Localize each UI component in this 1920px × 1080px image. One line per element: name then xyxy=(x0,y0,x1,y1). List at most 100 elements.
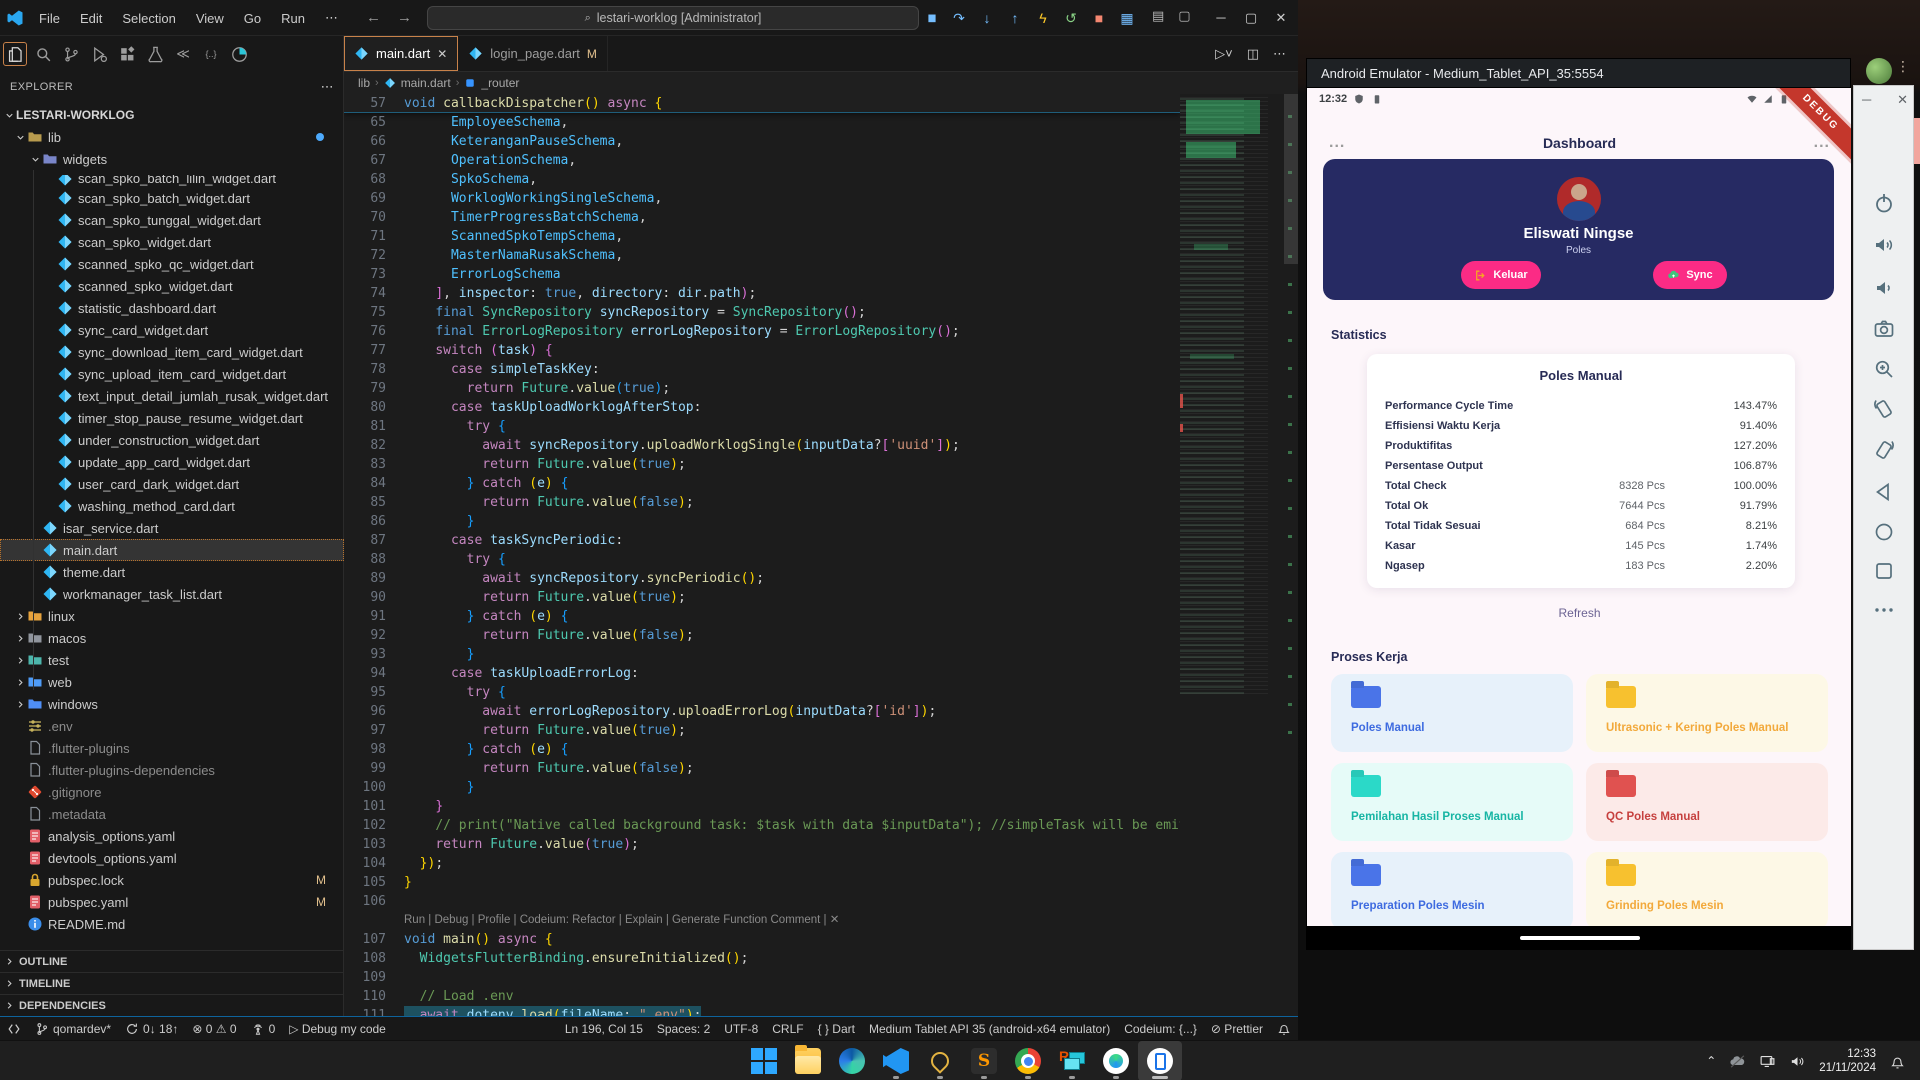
tree-item-scan-spko-batch-lilin-widget-dart[interactable]: scan_spko_batch_lilin_widget.dart xyxy=(0,170,344,187)
tree-item-analysis-options-yaml[interactable]: analysis_options.yaml xyxy=(0,825,344,847)
codelens-actions[interactable]: Run | Debug | Profile | Codeium: Refacto… xyxy=(404,911,839,930)
tree-item-sync-card-widget-dart[interactable]: sync_card_widget.dart xyxy=(0,319,344,341)
tree-item-scanned-spko-widget-dart[interactable]: scanned_spko_widget.dart xyxy=(0,275,344,297)
code-line-106[interactable]: 106 xyxy=(344,892,1180,911)
tree-item-statistic-dashboard-dart[interactable]: statistic_dashboard.dart xyxy=(0,297,344,319)
activity-devtools-icon[interactable] xyxy=(227,42,251,66)
restart-icon[interactable]: ↺ xyxy=(1062,10,1080,27)
appbar-menu-right[interactable]: ... xyxy=(1814,134,1830,152)
refresh-button[interactable]: Refresh xyxy=(1307,606,1851,620)
volume-icon[interactable] xyxy=(1789,1053,1806,1070)
menu-[interactable]: ⋯ xyxy=(316,7,347,29)
emu-volume-down-icon[interactable] xyxy=(1872,276,1896,300)
code-line-86[interactable]: 86 } xyxy=(344,512,1180,531)
more-actions-icon[interactable]: ⋯ xyxy=(321,79,334,95)
tree-item-under-construction-widget-dart[interactable]: under_construction_widget.dart xyxy=(0,429,344,451)
tree-item-scan-spko-widget-dart[interactable]: scan_spko_widget.dart xyxy=(0,231,344,253)
tree-item--env[interactable]: .env xyxy=(0,715,344,737)
step-into-icon[interactable]: ↓ xyxy=(978,10,996,26)
proses-card-preparation-poles-mesin[interactable]: Preparation Poles Mesin xyxy=(1331,852,1573,930)
emu-power-icon[interactable] xyxy=(1872,191,1896,215)
emu-rotate-right-icon[interactable] xyxy=(1872,438,1896,462)
code-line-57[interactable]: 57void callbackDispatcher() async { xyxy=(344,94,1180,113)
activity-references-icon[interactable]: ≪ xyxy=(171,42,195,66)
code-line-71[interactable]: 71 ScannedSpkoTempSchema, xyxy=(344,227,1180,246)
code-line-85[interactable]: 85 return Future.value(false); xyxy=(344,493,1180,512)
code-line-72[interactable]: 72 MasterNamaRusakSchema, xyxy=(344,246,1180,265)
tree-item-web[interactable]: web xyxy=(0,671,344,693)
code-line-67[interactable]: 67 OperationSchema, xyxy=(344,151,1180,170)
proses-card-grinding-poles-mesin[interactable]: Grinding Poles Mesin xyxy=(1586,852,1828,930)
emu-overview-icon[interactable] xyxy=(1872,559,1896,583)
forward-arrow-icon[interactable]: → xyxy=(397,9,412,26)
tree-item-washing-method-card-dart[interactable]: washing_method_card.dart xyxy=(0,495,344,517)
vscode-icon[interactable] xyxy=(874,1041,918,1080)
code-line-65[interactable]: 65 EmployeeSchema, xyxy=(344,113,1180,132)
emulator-titlebar[interactable]: Android Emulator - Medium_Tablet_API_35:… xyxy=(1306,58,1851,88)
menu-file[interactable]: File xyxy=(30,8,69,29)
tab-login-page-dart[interactable]: login_page.dartM xyxy=(458,36,608,71)
tree-item-scan-spko-tunggal-widget-dart[interactable]: scan_spko_tunggal_widget.dart xyxy=(0,209,344,231)
step-out-icon[interactable]: ↑ xyxy=(1006,10,1024,26)
statusbar-item-text-3[interactable]: ⊗ 0 ⚠ 0 xyxy=(185,1017,243,1040)
tree-item-main-dart[interactable]: main.dart xyxy=(0,539,344,561)
split-editor-icon[interactable]: ◫ xyxy=(1247,46,1259,62)
statusbar-right-item-0[interactable]: Ln 196, Col 15 xyxy=(558,1017,650,1040)
emu-zoom-icon[interactable] xyxy=(1872,357,1896,381)
breadcrumb[interactable]: lib›main.dart›_router xyxy=(344,72,1298,94)
tree-item-timer-stop-pause-resume-widget-dart[interactable]: timer_stop_pause_resume_widget.dart xyxy=(0,407,344,429)
tree-item-text-input-detail-jumlah-rusak-widget-dart[interactable]: text_input_detail_jumlah_rusak_widget.da… xyxy=(0,385,344,407)
breadcrumb-item[interactable]: _router xyxy=(481,76,519,90)
tree-item--gitignore[interactable]: .gitignore xyxy=(0,781,344,803)
proses-card-ultrasonic-kering-poles-manual[interactable]: Ultrasonic + Kering Poles Manual xyxy=(1586,674,1828,752)
menu-view[interactable]: View xyxy=(187,8,233,29)
code-line-104[interactable]: 104 }); xyxy=(344,854,1180,873)
tree-item-user-card-dark-widget-dart[interactable]: user_card_dark_widget.dart xyxy=(0,473,344,495)
tree-item-linux[interactable]: linux xyxy=(0,605,344,627)
tree-item--flutter-plugins-dependencies[interactable]: .flutter-plugins-dependencies xyxy=(0,759,344,781)
emulator-taskbar-icon[interactable] xyxy=(1138,1041,1182,1080)
code-line-89[interactable]: 89 await syncRepository.syncPeriodic(); xyxy=(344,569,1180,588)
menu-go[interactable]: Go xyxy=(235,8,270,29)
activity-source-control-icon[interactable] xyxy=(59,42,83,66)
code-line-100[interactable]: 100 } xyxy=(344,778,1180,797)
minimize-button[interactable]: ─ xyxy=(1206,0,1236,35)
code-line-83[interactable]: 83 return Future.value(true); xyxy=(344,455,1180,474)
code-line-74[interactable]: 74 ], inspector: true, directory: dir.pa… xyxy=(344,284,1180,303)
tree-item--flutter-plugins[interactable]: .flutter-plugins xyxy=(0,737,344,759)
navicat-icon[interactable] xyxy=(918,1041,962,1080)
code-line-73[interactable]: 73 ErrorLogSchema xyxy=(344,265,1180,284)
back-arrow-icon[interactable]: ← xyxy=(366,9,381,26)
code-editor[interactable]: 57void callbackDispatcher() async {65 Em… xyxy=(344,94,1298,1016)
code-line-97[interactable]: 97 return Future.value(true); xyxy=(344,721,1180,740)
code-line-78[interactable]: 78 case simpleTaskKey: xyxy=(344,360,1180,379)
code-line-108[interactable]: 108 WidgetsFlutterBinding.ensureInitiali… xyxy=(344,949,1180,968)
activity-run-and-debug-icon[interactable] xyxy=(87,42,111,66)
statusbar-right-item-4[interactable]: { } Dart xyxy=(811,1017,862,1040)
android-studio-icon[interactable] xyxy=(1094,1041,1138,1080)
code-line-107[interactable]: 107void main() async { xyxy=(344,930,1180,949)
code-line-103[interactable]: 103 return Future.value(true); xyxy=(344,835,1180,854)
maximize-button[interactable]: ▢ xyxy=(1236,0,1266,35)
code-line-82[interactable]: 82 await syncRepository.uploadWorklogSin… xyxy=(344,436,1180,455)
taskbar-clock[interactable]: 12:3321/11/2024 xyxy=(1819,1047,1876,1075)
code-line-75[interactable]: 75 final SyncRepository syncRepository =… xyxy=(344,303,1180,322)
minimap[interactable] xyxy=(1180,94,1284,694)
proses-card-poles-manual[interactable]: Poles Manual xyxy=(1331,674,1573,752)
sync-button[interactable]: Sync xyxy=(1653,261,1727,289)
statusbar-item-remote[interactable] xyxy=(0,1017,28,1040)
tree-item-workmanager-task-list-dart[interactable]: workmanager_task_list.dart xyxy=(0,583,344,605)
emu-home-icon[interactable] xyxy=(1872,520,1896,544)
code-lines[interactable]: 57void callbackDispatcher() async {65 Em… xyxy=(344,94,1180,1016)
emu-rotate-left-icon[interactable] xyxy=(1872,397,1896,421)
tree-item-sync-download-item-card-widget-dart[interactable]: sync_download_item_card_widget.dart xyxy=(0,341,344,363)
code-line-76[interactable]: 76 final ErrorLogRepository errorLogRepo… xyxy=(344,322,1180,341)
code-line-105[interactable]: 105} xyxy=(344,873,1180,892)
tree-item-macos[interactable]: macos xyxy=(0,627,344,649)
file-explorer-icon[interactable] xyxy=(786,1041,830,1080)
tree-item--metadata[interactable]: .metadata xyxy=(0,803,344,825)
code-line-94[interactable]: 94 case taskUploadErrorLog: xyxy=(344,664,1180,683)
tree-item-scan-spko-batch-widget-dart[interactable]: scan_spko_batch_widget.dart xyxy=(0,187,344,209)
onedrive-icon[interactable] xyxy=(1729,1053,1746,1070)
statusbar-item-sync[interactable]: 0↓ 18↑ xyxy=(118,1017,185,1040)
